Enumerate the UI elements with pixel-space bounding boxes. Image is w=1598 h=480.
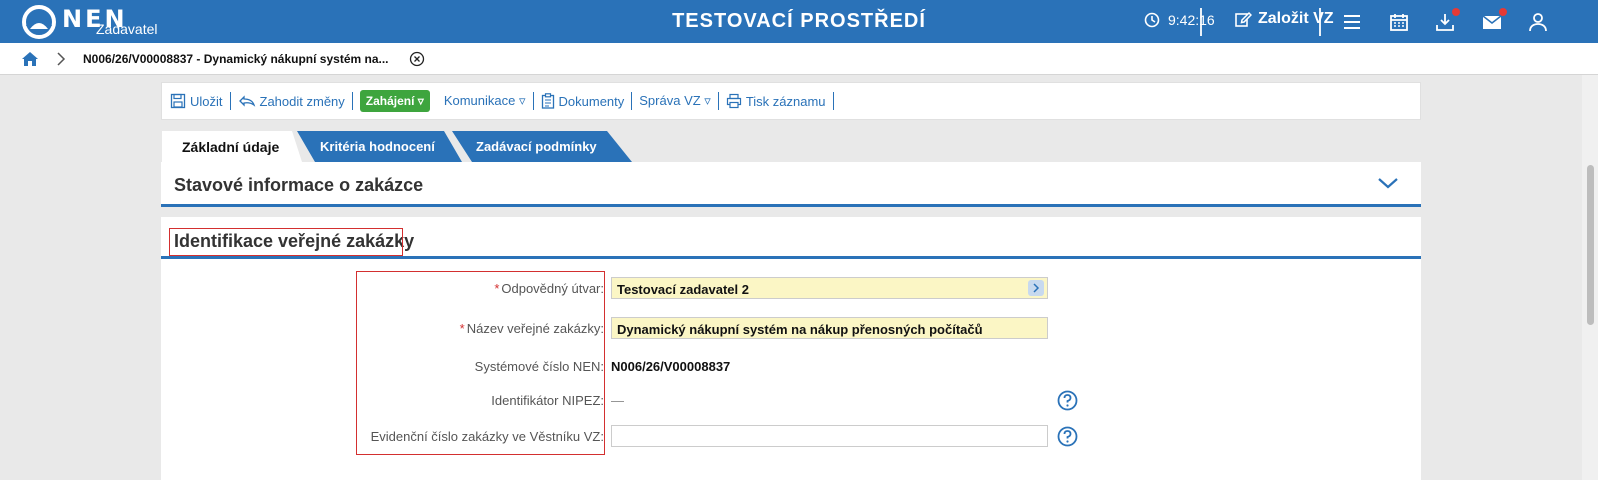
save-label: Uložit <box>190 93 223 109</box>
tab-tender-conditions[interactable]: Zadávací podmínky <box>452 131 632 162</box>
status-info-panel: Stavové informace o zakázce <box>161 162 1421 207</box>
clock-icon <box>1144 12 1160 28</box>
nipez-label: Identifikátor NIPEZ: <box>491 393 604 408</box>
chevron-down-icon[interactable] <box>1377 176 1399 190</box>
document-icon <box>541 93 554 109</box>
undo-icon <box>238 95 255 107</box>
journal-number-label: Evidenční číslo zakázky ve Věstníku VZ: <box>370 429 604 444</box>
responsible-unit-label-text: Odpovědný útvar: <box>501 281 604 296</box>
clock-time: 9:42:16 <box>1168 12 1215 28</box>
tender-name-label: * Název veřejné zakázky: <box>460 321 604 336</box>
home-icon[interactable] <box>21 51 39 67</box>
form-row-journal-number: Evidenční číslo zakázky ve Věstníku VZ: <box>161 425 1421 449</box>
messages-button[interactable] <box>1481 8 1507 33</box>
breadcrumb: N006/26/V00008837 - Dynamický nákupní sy… <box>0 43 1598 75</box>
logo-subtitle: Zadavatel <box>96 21 158 37</box>
save-icon <box>170 93 186 109</box>
journal-number-input[interactable] <box>611 425 1048 447</box>
breadcrumb-current[interactable]: N006/26/V00008837 - Dynamický nákupní sy… <box>83 52 389 66</box>
logo-circle-icon <box>22 5 56 39</box>
required-marker: * <box>494 281 500 296</box>
toolbar-divider <box>631 92 633 110</box>
identification-panel: Identifikace veřejné zakázky * Odpovědný … <box>161 217 1421 480</box>
documents-label: Dokumenty <box>558 93 625 109</box>
toolbar-divider <box>229 92 231 110</box>
status-info-title[interactable]: Stavové informace o zakázce <box>174 175 423 196</box>
responsible-unit-label: * Odpovědný útvar: <box>494 281 604 296</box>
form-row-tender-name: * Název veřejné zakázky: Dynamický nákupn… <box>161 317 1421 341</box>
user-icon[interactable] <box>1527 11 1549 33</box>
edit-icon <box>1235 11 1252 27</box>
help-icon[interactable] <box>1057 390 1078 411</box>
notification-dot <box>1499 8 1507 16</box>
toolbar-divider <box>351 92 353 110</box>
toolbar-divider <box>717 92 719 110</box>
top-header: NEN Zadavatel TESTOVACÍ PROSTŘEDÍ 9:42:1… <box>0 0 1598 43</box>
record-toolbar: Uložit Zahodit změny Zahájení ▿ Komunika… <box>161 82 1421 120</box>
close-icon[interactable] <box>409 51 425 67</box>
communication-dropdown[interactable]: Komunikace ▿ <box>444 93 526 109</box>
form-row-system-number: Systémové číslo NEN: N006/26/V00008837 <box>161 355 1421 379</box>
responsible-unit-value: Testovací zadavatel 2 <box>617 282 749 297</box>
calendar-icon[interactable] <box>1388 11 1410 33</box>
print-record-label: Tisk záznamu <box>745 93 826 109</box>
printer-icon <box>726 93 741 109</box>
discard-changes-label: Zahodit změny <box>259 93 345 109</box>
save-button[interactable]: Uložit <box>170 93 223 109</box>
print-record-button[interactable]: Tisk záznamu <box>726 93 826 109</box>
system-number-label: Systémové číslo NEN: <box>474 359 604 374</box>
page-scrollbar[interactable] <box>1582 75 1598 480</box>
management-dropdown[interactable]: Správa VZ ▿ <box>639 93 711 109</box>
toolbar-divider <box>832 92 834 110</box>
tab-evaluation-criteria[interactable]: Kritéria hodnocení <box>297 131 462 162</box>
notification-dot <box>1452 8 1460 16</box>
help-icon[interactable] <box>1057 426 1078 447</box>
header-divider <box>1319 8 1321 36</box>
system-number-value: N006/26/V00008837 <box>611 359 731 374</box>
tender-name-field[interactable]: Dynamický nákupní systém na nákup přenos… <box>611 317 1048 339</box>
required-marker: * <box>459 321 465 336</box>
nipez-value: — <box>611 393 624 408</box>
environment-title: TESTOVACÍ PROSTŘEDÍ <box>672 10 926 32</box>
discard-changes-button[interactable]: Zahodit změny <box>238 93 345 109</box>
menu-icon[interactable] <box>1341 11 1363 33</box>
select-unit-button[interactable] <box>1028 280 1044 296</box>
toolbar-divider <box>532 92 534 110</box>
start-dropdown-button[interactable]: Zahájení ▿ <box>359 90 430 112</box>
form-row-responsible-unit: * Odpovědný útvar: Testovací zadavatel 2 <box>161 277 1421 301</box>
chevron-right-icon <box>57 52 66 66</box>
download-button[interactable] <box>1434 8 1460 33</box>
tender-name-value: Dynamický nákupní systém na nákup přenos… <box>617 322 983 337</box>
header-divider <box>1200 8 1202 36</box>
scrollbar-thumb[interactable] <box>1587 165 1594 325</box>
documents-button[interactable]: Dokumenty <box>541 93 625 109</box>
responsible-unit-field[interactable]: Testovací zadavatel 2 <box>611 277 1048 299</box>
session-clock: 9:42:16 <box>1144 12 1215 28</box>
form-row-nipez: Identifikátor NIPEZ: — <box>161 389 1421 413</box>
highlight-box-title <box>169 228 403 256</box>
tender-name-label-text: Název veřejné zakázky: <box>466 321 604 336</box>
chevron-right-icon <box>1033 283 1040 293</box>
create-vz-label: Založit VZ <box>1258 10 1334 27</box>
tab-basic-data[interactable]: Základní údaje <box>162 131 302 162</box>
